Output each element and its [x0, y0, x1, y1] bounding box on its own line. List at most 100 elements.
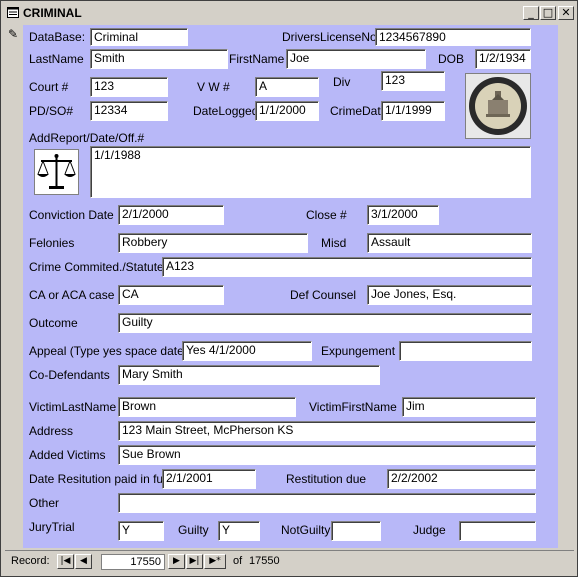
pencil-icon: ✎: [8, 27, 19, 41]
statute-field[interactable]: A123: [162, 257, 532, 277]
database-field[interactable]: Criminal: [90, 28, 188, 46]
crime-date-label: CrimeDate: [330, 104, 388, 118]
new-record-button[interactable]: ▶*: [204, 554, 226, 569]
vw-label: V W #: [197, 80, 230, 94]
victim-lastname-label: VictimLastName: [29, 400, 117, 414]
address-label: Address: [29, 424, 74, 438]
previous-record-button[interactable]: ◀: [75, 554, 92, 569]
appeal-field[interactable]: Yes 4/1/2000: [182, 341, 312, 361]
not-guilty-field[interactable]: [331, 521, 381, 541]
felonies-label: Felonies: [29, 236, 75, 250]
conviction-date-label: Conviction Date: [29, 208, 114, 222]
firstname-field[interactable]: Joe: [286, 49, 426, 69]
first-record-button[interactable]: |◀: [57, 554, 74, 569]
close-button[interactable]: ✕: [558, 6, 574, 20]
last-record-icon: ▶|: [189, 556, 200, 566]
jury-trial-field[interactable]: Y: [118, 521, 164, 541]
co-defendants-field[interactable]: Mary Smith: [118, 365, 380, 385]
close-icon: ✕: [561, 6, 571, 19]
expungement-field[interactable]: [399, 341, 532, 361]
lastname-field[interactable]: Smith: [90, 49, 228, 69]
title-bar: CRIMINAL _ □ ✕: [3, 3, 575, 23]
seal-icon: [469, 77, 527, 135]
record-selector[interactable]: ✎: [5, 25, 24, 548]
outcome-field[interactable]: Guilty: [118, 313, 532, 333]
court-label: Court #: [29, 80, 69, 94]
form-icon: [7, 7, 19, 18]
last-record-button[interactable]: ▶|: [186, 554, 203, 569]
record-label: Record:: [11, 555, 50, 567]
database-label: DataBase:: [29, 30, 86, 44]
county-seal-image: [465, 73, 531, 139]
form-detail: DataBase: Criminal DriversLicenseNo: 123…: [23, 25, 558, 548]
vertical-scrollbar-area: [558, 25, 574, 548]
expungement-label: Expungement: [321, 344, 396, 358]
maximize-icon: □: [542, 6, 554, 19]
added-victims-label: Added Victims: [29, 448, 106, 462]
restitution-due-field[interactable]: 2/2/2002: [387, 469, 536, 489]
firstname-label: FirstName: [229, 52, 285, 66]
maximize-button[interactable]: □: [540, 6, 556, 20]
div-field[interactable]: 123: [381, 71, 445, 91]
other-label: Other: [29, 496, 60, 510]
co-defendants-label: Co-Defendants: [29, 368, 110, 382]
of-label: of: [233, 555, 243, 567]
victim-lastname-field[interactable]: Brown: [118, 397, 296, 417]
not-guilty-label: NotGuilty: [281, 523, 331, 537]
def-counsel-label: Def Counsel: [290, 288, 357, 302]
next-record-icon: ▶: [173, 556, 180, 566]
address-field[interactable]: 123 Main Street, McPherson KS: [118, 421, 536, 441]
date-logged-label: DateLogged: [193, 104, 259, 118]
new-record-icon: ▶*: [209, 556, 221, 566]
criminal-form-window: CRIMINAL _ □ ✕ ✎ DataBase: Criminal Driv…: [0, 0, 578, 577]
pd-so-label: PD/SO#: [29, 104, 74, 118]
add-report-field[interactable]: 1/1/1988: [90, 146, 531, 198]
pd-so-field[interactable]: 12334: [90, 101, 168, 121]
misd-label: Misd: [321, 236, 347, 250]
first-record-icon: |◀: [60, 556, 71, 566]
ca-case-label: CA or ACA case: [29, 288, 115, 302]
judge-label: Judge: [413, 523, 446, 537]
def-counsel-field[interactable]: Joe Jones, Esq.: [367, 285, 532, 305]
restitution-paid-label: Date Resitution paid in full: [29, 472, 169, 486]
current-record-field[interactable]: 17550: [101, 554, 165, 570]
ca-case-field[interactable]: CA: [118, 285, 224, 305]
jury-trial-label: JuryTrial: [29, 520, 75, 534]
outcome-label: Outcome: [29, 316, 78, 330]
next-record-button[interactable]: ▶: [168, 554, 185, 569]
total-records-label: 17550: [249, 555, 280, 567]
close-field[interactable]: 3/1/2000: [367, 205, 439, 225]
date-logged-field[interactable]: 1/1/2000: [255, 101, 319, 121]
misd-field[interactable]: Assault: [367, 233, 532, 253]
statute-label: Crime Commited./Statute #: [29, 260, 174, 274]
court-field[interactable]: 123: [90, 77, 168, 97]
minimize-button[interactable]: _: [523, 6, 539, 20]
judge-field[interactable]: [459, 521, 536, 541]
restitution-due-label: Restitution due: [286, 472, 367, 486]
drivers-license-field[interactable]: 1234567890: [375, 28, 531, 46]
dob-field[interactable]: 1/2/1934: [475, 49, 531, 69]
window-title: CRIMINAL: [23, 6, 82, 20]
crime-date-field[interactable]: 1/1/1999: [381, 101, 445, 121]
close-label: Close #: [306, 208, 347, 222]
lastname-label: LastName: [29, 52, 84, 66]
guilty-field[interactable]: Y: [218, 521, 260, 541]
minimize-icon: _: [528, 6, 534, 19]
scales-of-justice-icon: [34, 149, 79, 195]
guilty-label: Guilty: [178, 523, 209, 537]
appeal-label: Appeal (Type yes space date): [29, 344, 188, 358]
add-report-label: AddReport/Date/Off.#: [29, 131, 145, 145]
previous-record-icon: ◀: [80, 556, 87, 566]
felonies-field[interactable]: Robbery: [118, 233, 308, 253]
victim-firstname-field[interactable]: Jim: [402, 397, 536, 417]
vw-field[interactable]: A: [255, 77, 319, 97]
restitution-paid-field[interactable]: 2/1/2001: [162, 469, 256, 489]
conviction-date-field[interactable]: 2/1/2000: [118, 205, 224, 225]
added-victims-field[interactable]: Sue Brown: [118, 445, 536, 465]
victim-firstname-label: VictimFirstName: [309, 400, 397, 414]
div-label: Div: [333, 75, 351, 89]
other-field[interactable]: [118, 493, 536, 513]
dob-label: DOB: [438, 52, 465, 66]
drivers-license-label: DriversLicenseNo:: [282, 30, 381, 44]
record-navigation-bar: Record: |◀ ◀ 17550 ▶ ▶| ▶* of 17550: [5, 550, 574, 573]
